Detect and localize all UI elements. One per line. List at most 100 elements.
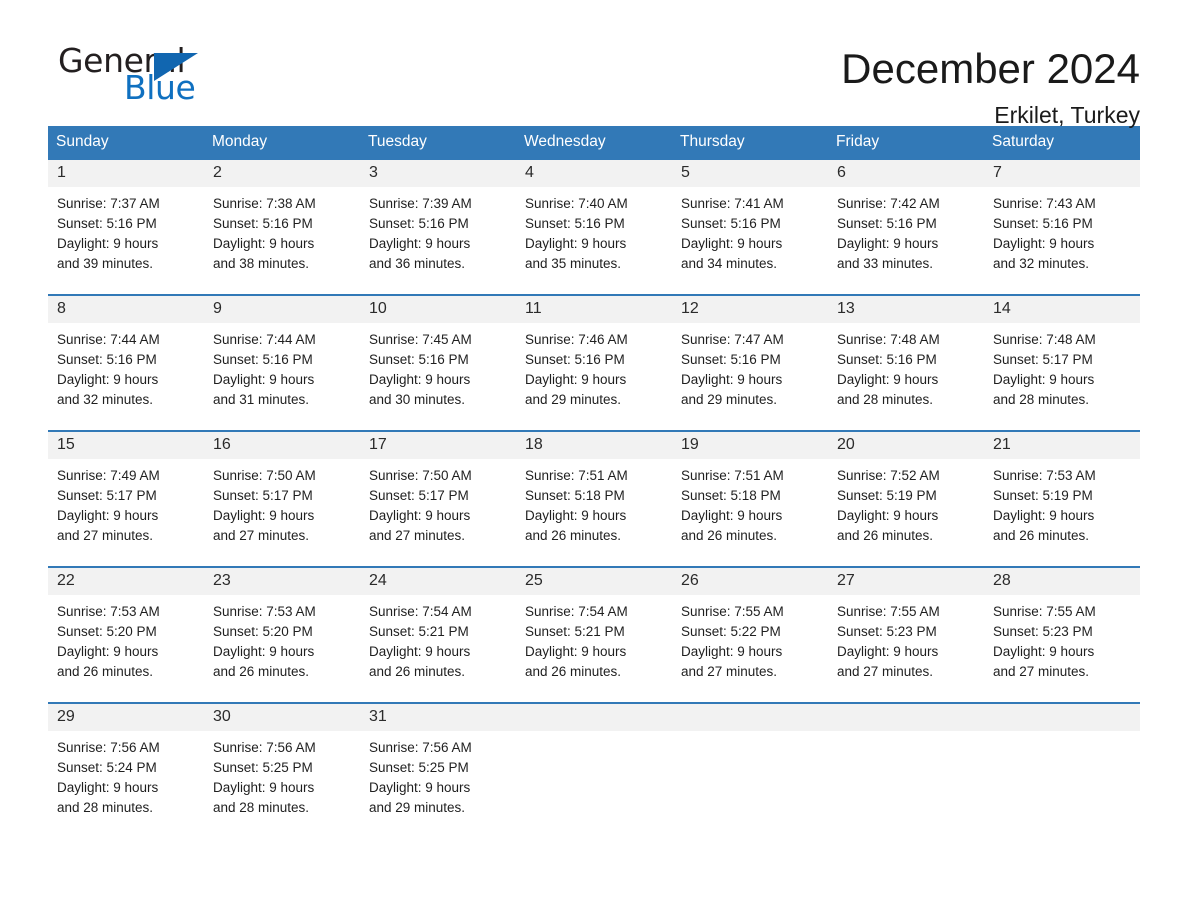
calendar-day-cell[interactable]: 14 Sunrise: 7:48 AM Sunset: 5:17 PM Dayligh… (984, 295, 1140, 416)
calendar-day-cell[interactable]: 21 Sunrise: 7:53 AM Sunset: 5:19 PM Dayligh… (984, 431, 1140, 552)
daylight-text-line2: and 36 minutes. (369, 256, 466, 272)
sunrise-text: Sunrise: 7:42 AM (837, 196, 940, 212)
day-details: Sunrise: 7:51 AM Sunset: 5:18 PM Daylight:… (672, 459, 828, 546)
daylight-text-line2: and 27 minutes. (837, 664, 934, 680)
day-details: Sunrise: 7:37 AM Sunset: 5:16 PM Daylight:… (48, 187, 204, 274)
sunrise-text: Sunrise: 7:45 AM (369, 332, 472, 348)
day-number: 30 (204, 703, 360, 732)
daylight-text-line1: Daylight: 9 hours (837, 644, 939, 660)
calendar-day-cell[interactable]: 22 Sunrise: 7:53 AM Sunset: 5:20 PM Dayligh… (48, 567, 204, 688)
calendar-day-cell[interactable]: 9 Sunrise: 7:44 AM Sunset: 5:16 PM Daylight… (204, 295, 360, 416)
sunset-text: Sunset: 5:16 PM (369, 352, 469, 368)
calendar-day-cell[interactable]: 11 Sunrise: 7:46 AM Sunset: 5:16 PM Dayligh… (516, 295, 672, 416)
day-number: 28 (984, 567, 1140, 596)
day-details: Sunrise: 7:51 AM Sunset: 5:18 PM Daylight:… (516, 459, 672, 546)
calendar-day-cell[interactable]: 1 Sunrise: 7:37 AM Sunset: 5:16 PM Daylight… (48, 159, 204, 280)
day-details: Sunrise: 7:55 AM Sunset: 5:23 PM Daylight:… (828, 595, 984, 682)
sunset-text: Sunset: 5:21 PM (369, 624, 469, 640)
day-details: Sunrise: 7:54 AM Sunset: 5:21 PM Daylight:… (516, 595, 672, 682)
day-number: 25 (516, 567, 672, 596)
daylight-text-line1: Daylight: 9 hours (525, 236, 627, 252)
weekday-saturday: Saturday (992, 133, 1055, 150)
week-separator (48, 279, 1140, 294)
calendar-day-cell[interactable]: 4 Sunrise: 7:40 AM Sunset: 5:16 PM Daylight… (516, 159, 672, 280)
calendar-day-cell[interactable]: 13 Sunrise: 7:48 AM Sunset: 5:16 PM Dayligh… (828, 295, 984, 416)
sunrise-text: Sunrise: 7:51 AM (525, 468, 628, 484)
calendar-day-cell[interactable]: 10 Sunrise: 7:45 AM Sunset: 5:16 PM Dayligh… (360, 295, 516, 416)
day-details: Sunrise: 7:44 AM Sunset: 5:16 PM Daylight:… (204, 323, 360, 410)
calendar-week-row: 1 Sunrise: 7:37 AM Sunset: 5:16 PM Daylight… (48, 159, 1140, 280)
calendar-day-cell[interactable]: 24 Sunrise: 7:54 AM Sunset: 5:21 PM Dayligh… (360, 567, 516, 688)
day-number: 7 (984, 159, 1140, 188)
calendar-day-cell-empty (672, 703, 828, 824)
day-number: 31 (360, 703, 516, 732)
calendar-day-cell[interactable]: 18 Sunrise: 7:51 AM Sunset: 5:18 PM Dayligh… (516, 431, 672, 552)
calendar-day-cell[interactable]: 20 Sunrise: 7:52 AM Sunset: 5:19 PM Dayligh… (828, 431, 984, 552)
calendar-day-cell[interactable]: 5 Sunrise: 7:41 AM Sunset: 5:16 PM Daylight… (672, 159, 828, 280)
sunset-text: Sunset: 5:17 PM (993, 352, 1093, 368)
sunset-text: Sunset: 5:22 PM (681, 624, 781, 640)
sunrise-text: Sunrise: 7:53 AM (57, 604, 160, 620)
day-details: Sunrise: 7:47 AM Sunset: 5:16 PM Daylight:… (672, 323, 828, 410)
calendar-day-cell[interactable]: 30 Sunrise: 7:56 AM Sunset: 5:25 PM Dayligh… (204, 703, 360, 824)
sunrise-text: Sunrise: 7:50 AM (369, 468, 472, 484)
calendar-day-cell[interactable]: 3 Sunrise: 7:39 AM Sunset: 5:16 PM Daylight… (360, 159, 516, 280)
calendar-day-cell[interactable]: 27 Sunrise: 7:55 AM Sunset: 5:23 PM Dayligh… (828, 567, 984, 688)
sunset-text: Sunset: 5:20 PM (213, 624, 313, 640)
daylight-text-line2: and 38 minutes. (213, 256, 310, 272)
daylight-text-line1: Daylight: 9 hours (369, 372, 471, 388)
day-number: 5 (672, 159, 828, 188)
calendar-day-cell[interactable]: 23 Sunrise: 7:53 AM Sunset: 5:20 PM Dayligh… (204, 567, 360, 688)
calendar-day-cell[interactable]: 26 Sunrise: 7:55 AM Sunset: 5:22 PM Dayligh… (672, 567, 828, 688)
sunrise-text: Sunrise: 7:50 AM (213, 468, 316, 484)
calendar-week-row: 8 Sunrise: 7:44 AM Sunset: 5:16 PM Daylight… (48, 293, 1140, 416)
day-details: Sunrise: 7:50 AM Sunset: 5:17 PM Daylight:… (204, 459, 360, 546)
logo-text-blue: Blue (124, 68, 196, 107)
calendar-day-cell[interactable]: 17 Sunrise: 7:50 AM Sunset: 5:17 PM Dayligh… (360, 431, 516, 552)
calendar-day-cell[interactable]: 2 Sunrise: 7:38 AM Sunset: 5:16 PM Daylight… (204, 159, 360, 280)
week-separator (48, 687, 1140, 702)
daylight-text-line2: and 26 minutes. (837, 528, 934, 544)
daylight-text-line2: and 28 minutes. (837, 392, 934, 408)
calendar-day-cell[interactable]: 19 Sunrise: 7:51 AM Sunset: 5:18 PM Dayligh… (672, 431, 828, 552)
calendar-day-cell[interactable]: 25 Sunrise: 7:54 AM Sunset: 5:21 PM Dayligh… (516, 567, 672, 688)
daylight-text-line1: Daylight: 9 hours (525, 644, 627, 660)
calendar-day-cell[interactable]: 8 Sunrise: 7:44 AM Sunset: 5:16 PM Daylight… (48, 295, 204, 416)
day-number: 29 (48, 703, 204, 732)
day-details: Sunrise: 7:42 AM Sunset: 5:16 PM Daylight:… (828, 187, 984, 274)
daylight-text-line2: and 27 minutes. (681, 664, 778, 680)
weekday-wednesday: Wednesday (524, 133, 606, 150)
sunrise-text: Sunrise: 7:55 AM (993, 604, 1096, 620)
calendar-day-cell[interactable]: 12 Sunrise: 7:47 AM Sunset: 5:16 PM Dayligh… (672, 295, 828, 416)
day-details: Sunrise: 7:53 AM Sunset: 5:20 PM Daylight:… (48, 595, 204, 682)
calendar-day-cell[interactable]: 15 Sunrise: 7:49 AM Sunset: 5:17 PM Dayligh… (48, 431, 204, 552)
calendar-day-cell[interactable]: 29 Sunrise: 7:56 AM Sunset: 5:24 PM Dayligh… (48, 703, 204, 824)
calendar-day-cell-empty (828, 703, 984, 824)
calendar-grid: Sunday Monday Tuesday Wednesday Thursday… (48, 126, 1140, 824)
day-details: Sunrise: 7:50 AM Sunset: 5:17 PM Daylight:… (360, 459, 516, 546)
sunrise-text: Sunrise: 7:41 AM (681, 196, 784, 212)
calendar-day-cell[interactable]: 16 Sunrise: 7:50 AM Sunset: 5:17 PM Dayligh… (204, 431, 360, 552)
daylight-text-line1: Daylight: 9 hours (213, 780, 315, 796)
daylight-text-line2: and 26 minutes. (213, 664, 310, 680)
day-number: 23 (204, 567, 360, 596)
calendar-day-cell[interactable]: 28 Sunrise: 7:55 AM Sunset: 5:23 PM Dayligh… (984, 567, 1140, 688)
daylight-text-line1: Daylight: 9 hours (525, 508, 627, 524)
day-number: 3 (360, 159, 516, 188)
calendar-day-cell[interactable]: 6 Sunrise: 7:42 AM Sunset: 5:16 PM Daylight… (828, 159, 984, 280)
daylight-text-line2: and 30 minutes. (369, 392, 466, 408)
day-details: Sunrise: 7:38 AM Sunset: 5:16 PM Daylight:… (204, 187, 360, 274)
calendar-day-cell[interactable]: 7 Sunrise: 7:43 AM Sunset: 5:16 PM Daylight… (984, 159, 1140, 280)
daylight-text-line1: Daylight: 9 hours (213, 236, 315, 252)
day-details: Sunrise: 7:56 AM Sunset: 5:24 PM Daylight:… (48, 731, 204, 818)
daylight-text-line1: Daylight: 9 hours (57, 644, 159, 660)
sunrise-text: Sunrise: 7:46 AM (525, 332, 628, 348)
sunset-text: Sunset: 5:16 PM (837, 352, 937, 368)
sunrise-text: Sunrise: 7:53 AM (213, 604, 316, 620)
calendar-day-cell[interactable]: 31 Sunrise: 7:56 AM Sunset: 5:25 PM Dayligh… (360, 703, 516, 824)
page-header: General Blue December 2024 Erkilet, Turk… (48, 0, 1140, 128)
page-title: December 2024 (841, 45, 1140, 92)
sunset-text: Sunset: 5:16 PM (681, 352, 781, 368)
day-number (516, 703, 672, 731)
day-details: Sunrise: 7:44 AM Sunset: 5:16 PM Daylight:… (48, 323, 204, 410)
